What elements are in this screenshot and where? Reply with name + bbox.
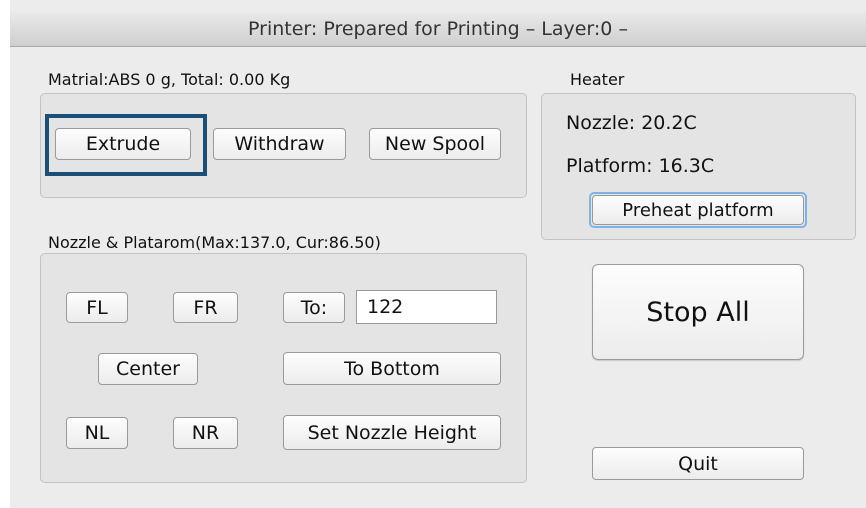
withdraw-button[interactable]: Withdraw — [213, 128, 346, 160]
heater-label: Heater — [570, 70, 625, 89]
nr-button[interactable]: NR — [173, 417, 238, 449]
printer-window: Printer: Prepared for Printing – Layer:0… — [10, 0, 866, 508]
to-button[interactable]: To: — [283, 292, 345, 323]
preheat-platform-button[interactable]: Preheat platform — [592, 195, 804, 225]
platform-temperature: Platform: 16.3C — [566, 155, 715, 177]
set-nozzle-height-button[interactable]: Set Nozzle Height — [283, 415, 501, 450]
stop-all-button[interactable]: Stop All — [592, 264, 804, 360]
window-title: Printer: Prepared for Printing – Layer:0… — [248, 18, 628, 40]
extrude-focus-ring — [45, 114, 207, 176]
quit-button[interactable]: Quit — [592, 447, 804, 480]
center-button[interactable]: Center — [98, 353, 198, 385]
nl-button[interactable]: NL — [66, 417, 128, 449]
fl-button[interactable]: FL — [66, 292, 128, 323]
fr-button[interactable]: FR — [173, 292, 238, 323]
material-label: Matrial:ABS 0 g, Total: 0.00 Kg — [48, 70, 291, 89]
nozzle-platform-label: Nozzle & Platarom(Max:137.0, Cur:86.50) — [48, 233, 381, 252]
to-bottom-button[interactable]: To Bottom — [283, 352, 501, 385]
to-height-input[interactable] — [356, 290, 497, 324]
new-spool-button[interactable]: New Spool — [369, 128, 501, 160]
title-bar[interactable]: Printer: Prepared for Printing – Layer:0… — [10, 12, 866, 47]
nozzle-temperature: Nozzle: 20.2C — [566, 112, 697, 134]
